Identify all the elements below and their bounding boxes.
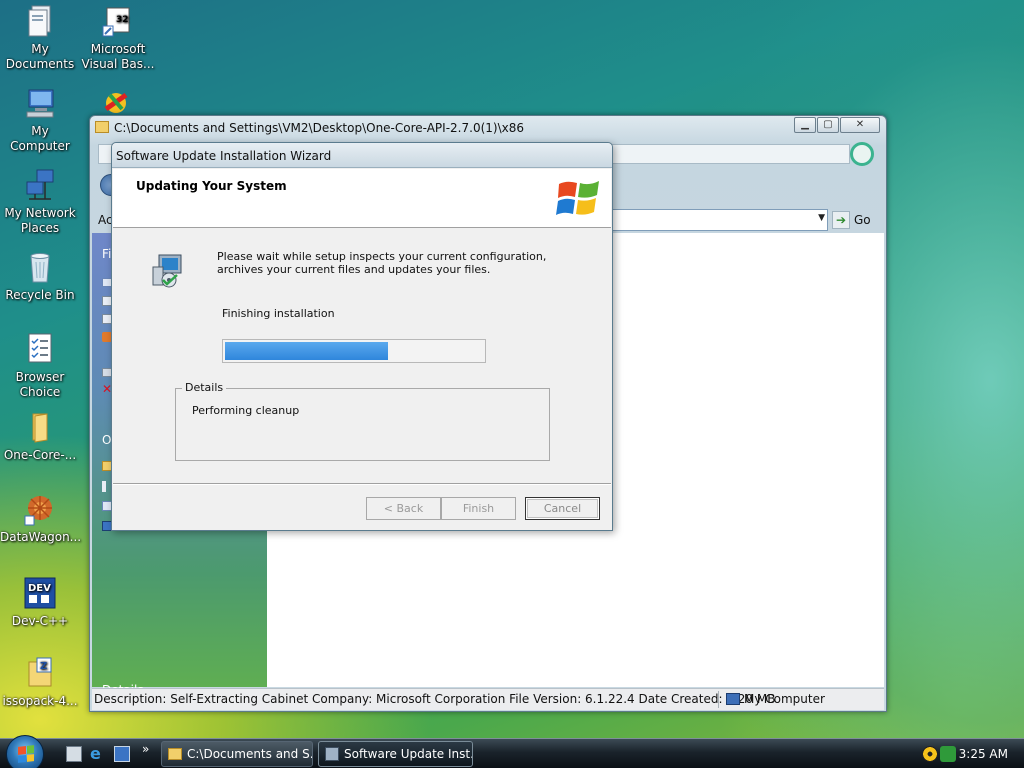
back-button[interactable]: < Back xyxy=(366,497,441,520)
wizard-titlebar[interactable]: Software Update Installation Wizard xyxy=(112,143,612,168)
task-pane-heading-fragment: Fi xyxy=(102,247,112,261)
folder-icon xyxy=(23,410,57,444)
address-field[interactable]: ▼ xyxy=(610,209,828,231)
status-bar: Description: Self-Extracting Cabinet Com… xyxy=(92,688,884,710)
wizard-separator xyxy=(113,483,611,485)
taskbar-button-label: Software Update Inst... xyxy=(344,747,473,761)
desktop-icon-label: DataWagon... xyxy=(0,530,82,544)
desktop-icon-browser-choice[interactable]: Browser Choice xyxy=(0,332,80,400)
internet-explorer-icon[interactable]: e xyxy=(90,746,106,762)
go-label: Go xyxy=(854,213,871,227)
desktop-icon-label: Browser Choice xyxy=(15,370,65,399)
show-desktop-icon[interactable] xyxy=(66,746,82,762)
install-status-text: Finishing installation xyxy=(222,307,335,320)
recycle-bin-icon xyxy=(23,250,57,284)
desktop-icon-datawagon[interactable]: DataWagon... xyxy=(0,492,82,545)
wizard-heading: Updating Your System xyxy=(136,179,287,193)
status-zone-label: My Computer xyxy=(744,692,825,706)
desktop-icon-dev-cpp[interactable]: DEV Dev-C++ xyxy=(0,576,80,629)
desktop-icon-label: issopack-4... xyxy=(2,694,78,708)
start-button[interactable] xyxy=(6,735,44,768)
partial-app-icon[interactable] xyxy=(100,89,134,113)
dev-cpp-icon: DEV xyxy=(23,576,57,610)
desktop-icon-label: My Network Places xyxy=(4,206,76,235)
status-divider xyxy=(718,691,719,708)
setup-computer-icon xyxy=(152,254,182,288)
desktop-icon-label: My Computer xyxy=(10,124,70,153)
finish-button[interactable]: Finish xyxy=(441,497,516,520)
taskbar-button-explorer[interactable]: C:\Documents and S... xyxy=(161,741,313,767)
details-legend: Details xyxy=(182,381,227,394)
status-description: Description: Self-Extracting Cabinet Com… xyxy=(94,692,776,706)
visual-basic-icon: 32 xyxy=(101,4,135,38)
cancel-button[interactable]: Cancel xyxy=(525,497,600,520)
network-icon xyxy=(23,168,57,202)
desktop-icon-issopack[interactable]: Z issopack-4... xyxy=(0,656,80,709)
progress-fill xyxy=(225,342,388,360)
clock[interactable]: 3:25 AM xyxy=(959,747,1008,761)
refresh-icon[interactable] xyxy=(850,142,874,166)
window-controls: ▁ ▢ ✕ xyxy=(794,117,880,133)
svg-text:DEV: DEV xyxy=(28,583,51,594)
quick-launch-overflow-chevron[interactable]: » xyxy=(142,742,149,756)
taskbar-button-label: C:\Documents and S... xyxy=(187,747,313,761)
svg-text:Z: Z xyxy=(40,661,47,672)
desktop-icon-label: Microsoft Visual Bas... xyxy=(81,42,155,71)
desktop-icon-visual-basic[interactable]: 32 Microsoft Visual Bas... xyxy=(78,4,158,72)
chevron-down-icon[interactable]: ▼ xyxy=(818,213,825,223)
install-progress-bar xyxy=(222,339,486,363)
zip-archive-icon: Z xyxy=(23,656,57,690)
go-button[interactable]: ➔ Go xyxy=(832,209,878,231)
desktop-icon-recycle-bin[interactable]: Recycle Bin xyxy=(0,250,80,303)
folder-icon xyxy=(168,748,182,760)
close-button[interactable]: ✕ xyxy=(840,117,880,133)
status-zone: My Computer xyxy=(726,692,825,706)
details-groupbox: Details Performing cleanup xyxy=(175,381,550,461)
minimize-button[interactable]: ▁ xyxy=(794,117,816,133)
wizard-message: Please wait while setup inspects your cu… xyxy=(217,250,547,276)
install-wizard-dialog: Software Update Installation Wizard Upda… xyxy=(111,142,613,531)
computer-icon xyxy=(23,86,57,120)
desktop-icon-one-core-folder[interactable]: One-Core-... xyxy=(0,410,80,463)
desktop-icon-label: One-Core-... xyxy=(3,448,77,462)
setup-icon xyxy=(325,747,339,761)
datawagon-icon xyxy=(23,492,57,526)
desktop-icon-my-documents[interactable]: My Documents xyxy=(0,4,80,72)
windows-flag-icon xyxy=(18,745,34,763)
my-computer-icon xyxy=(726,693,740,705)
system-tray: 3:25 AM xyxy=(912,739,1024,768)
wizard-title: Software Update Installation Wizard xyxy=(116,149,332,163)
wizard-header: Updating Your System xyxy=(113,169,611,228)
browser-choice-icon xyxy=(23,332,57,366)
taskbar: e » C:\Documents and S... Software Updat… xyxy=(0,735,1024,768)
tray-radiation-icon[interactable] xyxy=(922,746,938,762)
task-icon xyxy=(102,481,106,492)
windows-logo-icon xyxy=(556,181,599,215)
documents-folder-icon xyxy=(23,4,57,38)
maximize-button[interactable]: ▢ xyxy=(817,117,839,133)
desktop-icon-label: My Documents xyxy=(5,42,75,71)
desktop-icon-my-computer[interactable]: My Computer xyxy=(0,86,80,154)
go-arrow-icon: ➔ xyxy=(832,211,850,229)
desktop-icon-my-network-places[interactable]: My Network Places xyxy=(0,168,80,236)
switch-windows-icon[interactable] xyxy=(114,746,130,762)
explorer-title-folder-icon xyxy=(95,121,109,133)
details-text: Performing cleanup xyxy=(192,404,300,417)
svg-text:32: 32 xyxy=(116,15,129,25)
explorer-title: C:\Documents and Settings\VM2\Desktop\On… xyxy=(114,121,524,135)
tray-network-icon[interactable] xyxy=(940,746,956,762)
taskbar-button-wizard[interactable]: Software Update Inst... xyxy=(318,741,473,767)
desktop-icon-label: Dev-C++ xyxy=(11,614,69,628)
desktop-icon-label: Recycle Bin xyxy=(5,288,75,302)
